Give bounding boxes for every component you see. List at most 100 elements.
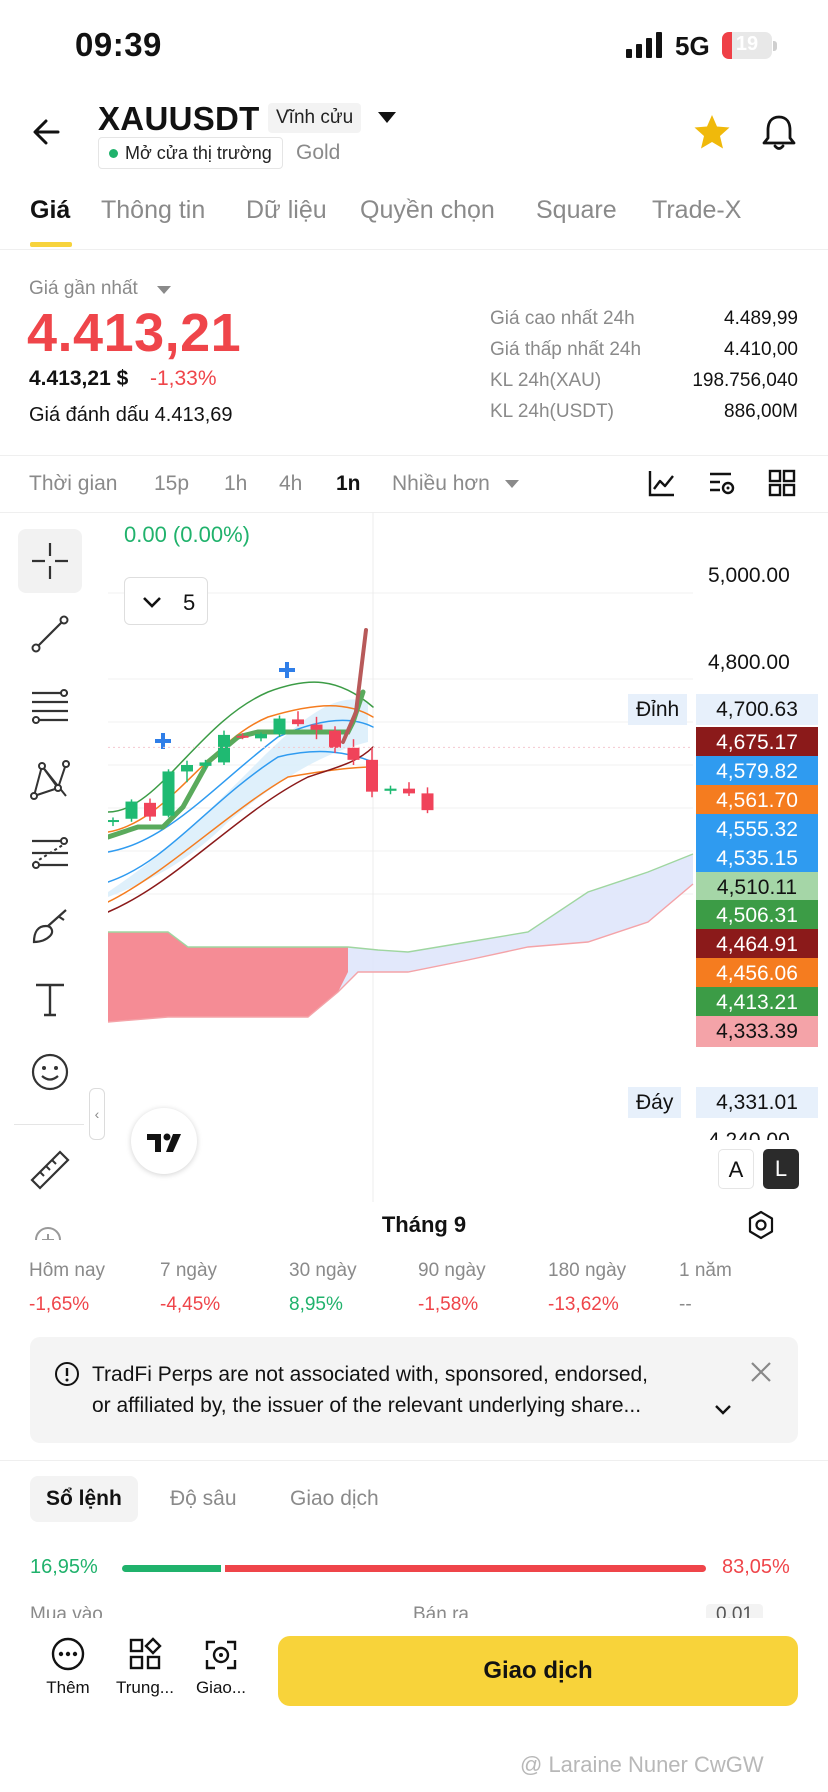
fibonacci-icon[interactable] xyxy=(18,821,82,885)
tab-trades[interactable]: Giao dịch xyxy=(274,1476,395,1522)
star-icon[interactable] xyxy=(692,112,732,152)
timeframe-15m[interactable]: 15p xyxy=(154,472,189,496)
marker-cross xyxy=(155,733,171,749)
copy-trade-button[interactable]: Giao... xyxy=(181,1636,261,1698)
bell-icon[interactable] xyxy=(760,112,798,152)
pattern-icon[interactable] xyxy=(18,748,82,812)
indicator-toggle[interactable]: 5 xyxy=(124,577,208,625)
chevron-down-icon[interactable] xyxy=(505,480,519,488)
symbol-title[interactable]: XAUUSDT xyxy=(98,100,260,138)
tab-trade-x[interactable]: Trade-X xyxy=(652,196,741,225)
close-icon[interactable] xyxy=(748,1359,774,1385)
sell-ratio-fill xyxy=(225,1565,706,1572)
log-scale-button[interactable]: L xyxy=(763,1149,799,1189)
candle-body xyxy=(292,719,304,725)
candle-body xyxy=(384,788,397,791)
timeframe-1d[interactable]: 1n xyxy=(336,472,361,496)
mark-price-label: Giá đánh dấu xyxy=(29,404,150,426)
candle-body xyxy=(329,730,341,748)
perf-today: Hôm nay -1,65% xyxy=(29,1260,105,1316)
disclaimer-notice: TradFi Perps are not associated with, sp… xyxy=(30,1337,798,1443)
battery-cap xyxy=(773,41,777,51)
candle-body xyxy=(310,724,323,730)
horizontal-lines-icon[interactable] xyxy=(18,675,82,739)
candle-body xyxy=(218,734,230,763)
last-price-dropdown-icon[interactable] xyxy=(157,286,171,294)
buy-sell-ratio-bar xyxy=(122,1565,706,1572)
period-high-value: 4,700.63 xyxy=(696,694,818,725)
trade-button[interactable]: Giao dịch xyxy=(278,1636,798,1706)
ma-price-tag: 4,333.39 xyxy=(696,1016,818,1047)
contract-type-badge[interactable]: Vĩnh cửu xyxy=(268,103,362,133)
notice-line: or affiliated by, the issuer of the rele… xyxy=(92,1394,642,1417)
axis-tick: 4,800.00 xyxy=(708,651,790,674)
perf-label: 7 ngày xyxy=(160,1260,218,1281)
tab-square[interactable]: Square xyxy=(536,196,617,225)
chart-gear-icon[interactable] xyxy=(746,1210,776,1240)
candle-body xyxy=(347,747,360,760)
candle-body xyxy=(273,718,286,735)
candle-body xyxy=(125,801,138,819)
back-arrow-icon[interactable] xyxy=(28,112,68,152)
stat-label-low: Giá thấp nhất 24h xyxy=(490,339,642,360)
tab-options[interactable]: Quyền chọn xyxy=(360,196,495,225)
perf-label: 1 năm xyxy=(679,1260,732,1281)
timeframe-more[interactable]: Nhiều hơn xyxy=(392,472,490,496)
emoji-icon[interactable] xyxy=(18,1040,82,1104)
tab-depth[interactable]: Độ sâu xyxy=(154,1476,253,1522)
ma-price-tag: 4,535.15 xyxy=(696,842,818,874)
buy-ratio-fill xyxy=(122,1565,221,1572)
chart-settings-icon[interactable] xyxy=(707,468,737,498)
timeframe-1h[interactable]: 1h xyxy=(224,472,247,496)
tab-price[interactable]: Giá xyxy=(30,196,70,225)
last-price: 4.413,21 xyxy=(27,303,242,363)
timeframe-4h[interactable]: 4h xyxy=(279,472,302,496)
toolbar-divider xyxy=(14,1124,84,1125)
perf-value: -1,58% xyxy=(418,1294,479,1315)
mark-price-row: Giá đánh dấu 4.413,69 xyxy=(29,404,233,427)
more-button[interactable]: Thêm xyxy=(28,1636,108,1698)
ma-price-tag: 4,510.11 xyxy=(696,871,818,903)
perf-label: 90 ngày xyxy=(418,1260,486,1281)
tab-order-book[interactable]: Sổ lệnh xyxy=(30,1476,138,1522)
tradingview-logo[interactable] xyxy=(131,1108,197,1174)
indicator-icon[interactable] xyxy=(647,468,677,498)
crosshair-icon[interactable] xyxy=(18,529,82,593)
text-icon[interactable] xyxy=(18,967,82,1031)
axis-tick-clipped: 4,240.00 xyxy=(708,1126,808,1140)
tab-info[interactable]: Thông tin xyxy=(101,196,205,225)
candle-body xyxy=(421,793,434,811)
chevron-down-icon[interactable] xyxy=(712,1399,734,1421)
timeframe-time[interactable]: Thời gian xyxy=(29,472,117,496)
center-button[interactable]: Trung... xyxy=(105,1636,185,1698)
period-low-value: 4,331.01 xyxy=(696,1087,818,1118)
stat-label-vol-usdt: KL 24h(USDT) xyxy=(490,401,614,422)
symbol-dropdown-icon[interactable] xyxy=(378,112,396,123)
divider xyxy=(0,1460,828,1461)
more-dots-icon xyxy=(51,1637,85,1671)
market-status-text: Mở cửa thị trường xyxy=(125,143,272,163)
change-readout: 0.00 (0.00%) xyxy=(124,522,250,547)
active-tab-indicator xyxy=(30,242,72,247)
ruler-icon[interactable] xyxy=(18,1138,82,1202)
trend-line-icon[interactable] xyxy=(18,602,82,666)
brush-icon[interactable] xyxy=(18,894,82,958)
toolbar-collapse-handle[interactable]: ‹ xyxy=(89,1088,105,1140)
perf-value: -1,65% xyxy=(29,1294,90,1315)
tab-data[interactable]: Dữ liệu xyxy=(246,196,327,225)
candle-body xyxy=(162,771,175,816)
ma-price-tag: 4,413.21 xyxy=(696,987,818,1019)
ma-band xyxy=(108,699,368,897)
copy-trade-label: Giao... xyxy=(195,1678,247,1697)
usd-price: 4.413,21 $ xyxy=(29,367,129,390)
perf-7d: 7 ngày -4,45% xyxy=(160,1260,220,1316)
period-high-label: Đỉnh xyxy=(628,694,688,725)
last-price-label[interactable]: Giá gần nhất xyxy=(29,278,138,300)
auto-scale-button[interactable]: A xyxy=(718,1149,754,1189)
candle-body xyxy=(236,735,249,738)
stat-value-vol-usdt: 886,00M xyxy=(724,401,798,422)
battery-icon: 19 xyxy=(722,32,772,59)
grid-layout-icon[interactable] xyxy=(767,468,797,498)
apps-icon xyxy=(129,1637,162,1670)
watermark-text: @ Laraine Nuner CwGW xyxy=(520,1752,764,1777)
